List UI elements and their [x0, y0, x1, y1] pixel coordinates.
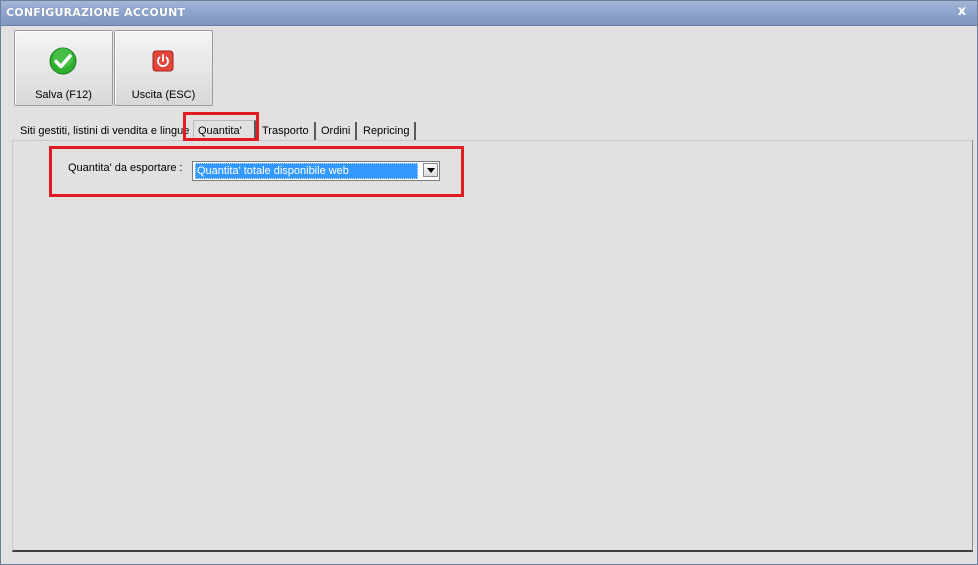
exit-button[interactable]: Uscita (ESC) — [114, 30, 213, 106]
red-power-icon — [152, 50, 174, 72]
tab-quantita[interactable]: Quantita' — [193, 120, 256, 141]
tab-repricing[interactable]: Repricing — [358, 122, 417, 140]
save-button[interactable]: Salva (F12) — [14, 30, 113, 106]
title-bar: CONFIGURAZIONE ACCOUNT x — [1, 1, 977, 26]
quantity-label: Quantita' da esportare : — [68, 162, 183, 174]
window-title: CONFIGURAZIONE ACCOUNT — [6, 6, 186, 19]
green-check-icon — [49, 47, 77, 75]
exit-button-label: Uscita (ESC) — [131, 89, 196, 101]
quantity-select-value: Quantita' totale disponibile web — [195, 163, 418, 179]
tab-trasporto[interactable]: Trasporto — [257, 122, 316, 140]
quantity-select[interactable]: Quantita' totale disponibile web — [192, 161, 440, 181]
tab-strip: Siti gestiti, listini di vendita e lingu… — [14, 120, 964, 141]
tab-content-panel — [12, 140, 973, 552]
save-button-label: Salva (F12) — [35, 89, 92, 101]
chevron-down-icon[interactable] — [423, 163, 438, 177]
tab-siti-gestiti[interactable]: Siti gestiti, listini di vendita e lingu… — [14, 122, 190, 140]
tab-ordini[interactable]: Ordini — [316, 122, 358, 140]
close-icon[interactable]: x — [955, 5, 969, 19]
